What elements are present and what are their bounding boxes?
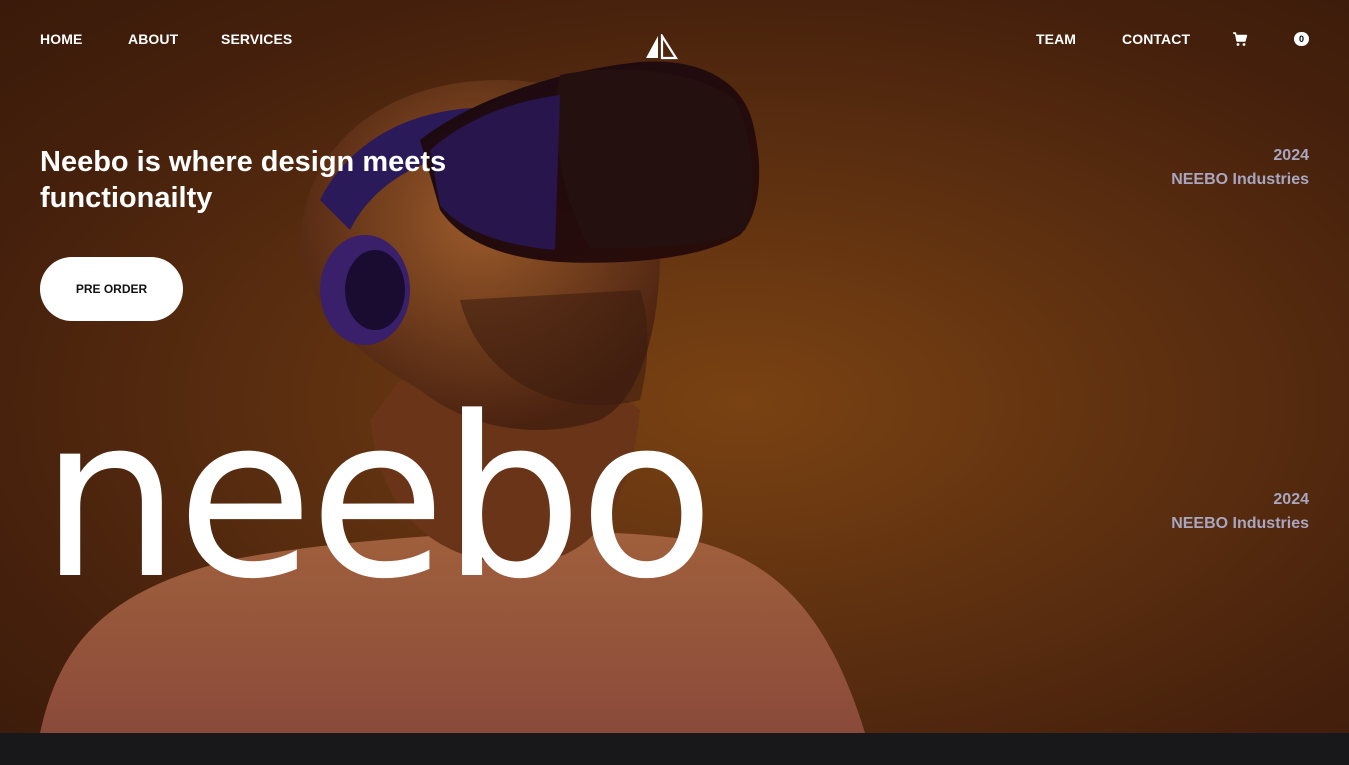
brand-wordmark: neebo (40, 370, 715, 628)
meta-info-top: 2024 NEEBO Industries (1171, 144, 1309, 192)
footer-band (0, 733, 1349, 765)
nav-about[interactable]: ABOUT (128, 31, 178, 47)
cart-count-badge: 0 (1294, 32, 1309, 46)
meta-year: 2024 (1273, 491, 1309, 508)
nav-home[interactable]: HOME (40, 31, 82, 47)
pre-order-button[interactable]: PRE ORDER (40, 257, 183, 321)
meta-info-bottom: 2024 NEEBO Industries (1171, 488, 1309, 536)
meta-year: 2024 (1273, 147, 1309, 164)
meta-company: NEEBO Industries (1171, 171, 1309, 188)
top-nav: HOME ABOUT SERVICES TEAM CONTACT 0 (0, 0, 1349, 80)
meta-company: NEEBO Industries (1171, 515, 1309, 532)
nav-services[interactable]: SERVICES (221, 31, 292, 47)
nav-contact[interactable]: CONTACT (1122, 31, 1190, 47)
nav-team[interactable]: TEAM (1036, 31, 1076, 47)
sail-logo-icon[interactable] (644, 34, 678, 60)
cart-icon[interactable] (1232, 31, 1248, 47)
hero-headline: Neebo is where design meets functionailt… (40, 146, 447, 214)
